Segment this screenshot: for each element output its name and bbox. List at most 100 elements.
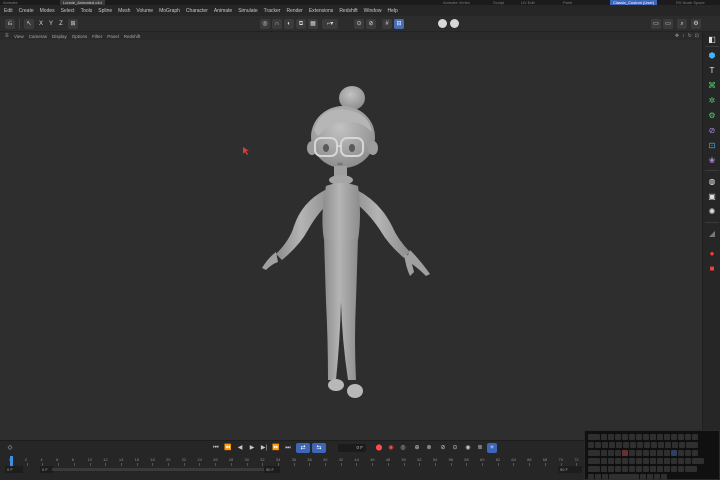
coordinate-system-icon[interactable]: ⊞ [68, 19, 78, 29]
environment-icon[interactable]: ◍ [706, 176, 718, 188]
menu-volume[interactable]: Volume [133, 8, 156, 14]
rotate-view-icon[interactable]: ↕ [682, 33, 685, 39]
play-icon[interactable]: ▶ [247, 443, 257, 453]
deformer-icon[interactable]: ⊘ [706, 125, 718, 137]
tick-label: 38 [307, 457, 312, 462]
playback-rate-icon[interactable]: ⇆ [312, 443, 326, 453]
main-toolbar: ⎌ ↖ X Y Z ⊞ ◎ ∩ ◐ ⧉ ▦ ⌐▾ ⊙ ⊘ # ⊟ ▭ ▭ ⌕ ⚙ [0, 16, 720, 32]
hamburger-menu-icon[interactable]: ≡ [2, 33, 12, 39]
menu-select[interactable]: Select [58, 8, 78, 14]
viewport-menu-panel[interactable]: Panel [105, 34, 122, 39]
brush-icon[interactable]: ◧ [706, 34, 718, 46]
search-icon[interactable]: ⌕ [677, 19, 687, 29]
menu-mograph[interactable]: MoGraph [156, 8, 183, 14]
pan-icon[interactable]: ✥ [675, 33, 679, 39]
subdivision-icon[interactable]: ⚙ [706, 110, 718, 122]
playhead[interactable] [10, 456, 13, 466]
keyframe-selection-icon[interactable]: ◎ [398, 443, 408, 453]
volume-icon[interactable]: ⊡ [706, 140, 718, 152]
keyframe-mode-icon[interactable]: ◇ [5, 443, 15, 453]
current-frame-field[interactable]: 0 F [338, 444, 366, 452]
viewport-menu-filter[interactable]: Filter [90, 34, 105, 39]
viewport-menu-view[interactable]: View [12, 34, 27, 39]
effector-icon[interactable]: ❀ [706, 155, 718, 167]
3d-viewport[interactable] [0, 40, 702, 440]
axis-y-lock[interactable]: Y [46, 19, 56, 29]
menu-render[interactable]: Render [283, 8, 305, 14]
prev-key-icon[interactable]: ⏪ [223, 443, 233, 453]
pla-key-icon[interactable]: ◉ [463, 443, 473, 453]
range-end-field[interactable]: 90 F [264, 466, 280, 473]
frame-ruler[interactable]: 0246810121416182022242628303234363840424… [0, 456, 594, 466]
dope-sheet-icon[interactable]: ✧ [487, 443, 497, 453]
symmetry-icon[interactable]: ⧉ [296, 19, 306, 29]
snap-icon[interactable]: ◎ [260, 19, 270, 29]
render-view-icon[interactable] [438, 19, 447, 28]
viewport-menu-redshift[interactable]: Redshift [121, 34, 143, 39]
workplane-icon[interactable]: ▦ [308, 19, 318, 29]
refresh-icon[interactable]: ↻ [688, 33, 692, 39]
cube-icon[interactable]: ⬢ [706, 50, 718, 62]
camera-icon[interactable]: ▣ [706, 191, 718, 203]
layout-icon[interactable]: ▭ [651, 19, 661, 29]
layout-icon-2[interactable]: ▭ [663, 19, 673, 29]
maximize-view-icon[interactable]: ⊡ [695, 33, 699, 39]
menu-tracker[interactable]: Tracker [261, 8, 284, 14]
grid-icon[interactable]: # [382, 19, 392, 29]
workplane-dropdown[interactable]: ⌐▾ [322, 19, 338, 29]
cloner-icon[interactable]: ✲ [706, 95, 718, 107]
menu-redshift[interactable]: Redshift [336, 8, 360, 14]
menu-simulate[interactable]: Simulate [235, 8, 260, 14]
timeline-start-field[interactable]: 0 F [5, 466, 23, 473]
viewport-solo-icon[interactable]: ⊟ [394, 19, 404, 29]
axis-z-lock[interactable]: Z [56, 19, 66, 29]
menu-modes[interactable]: Modes [37, 8, 58, 14]
record-key-icon[interactable]: ⬤ [374, 443, 384, 453]
menu-mesh[interactable]: Mesh [115, 8, 133, 14]
record-icon[interactable]: ● [706, 248, 718, 260]
select-tool-icon[interactable]: ↖ [24, 19, 34, 29]
parameter-key-icon[interactable]: ⊙ [450, 443, 460, 453]
viewport-menu-display[interactable]: Display [49, 34, 69, 39]
tick-label: 72 [574, 457, 579, 462]
menu-help[interactable]: Help [384, 8, 400, 14]
soft-selection-icon[interactable]: ◐ [284, 19, 294, 29]
rotation-key-icon[interactable]: ⊘ [438, 443, 448, 453]
menu-window[interactable]: Window [361, 8, 385, 14]
magnet-icon[interactable]: ∩ [272, 19, 282, 29]
viewport-menu-options[interactable]: Options [69, 34, 90, 39]
goto-end-icon[interactable]: ⏭ [283, 443, 293, 453]
prev-frame-icon[interactable]: ◀ [235, 443, 245, 453]
menu-extensions[interactable]: Extensions [306, 8, 336, 14]
viewport-menu-cameras[interactable]: Cameras [26, 34, 49, 39]
render-icon[interactable]: ■ [706, 263, 718, 275]
loop-mode-icon[interactable]: ⇄ [296, 443, 310, 453]
next-key-icon[interactable]: ⏩ [271, 443, 281, 453]
palette-separator [705, 222, 719, 223]
light-icon[interactable]: ✺ [706, 206, 718, 218]
position-key-icon[interactable]: ⊕ [412, 443, 422, 453]
menu-animate[interactable]: Animate [211, 8, 235, 14]
undo-icon[interactable]: ⎌ [5, 19, 15, 29]
text-icon[interactable]: T [706, 65, 718, 77]
next-frame-icon[interactable]: ▶| [259, 443, 269, 453]
menu-create[interactable]: Create [16, 8, 37, 14]
autokey-icon[interactable]: ◉ [386, 443, 396, 453]
settings-icon[interactable]: ⚙ [691, 19, 701, 29]
scale-key-icon[interactable]: ⊗ [424, 443, 434, 453]
timeline-end-field[interactable]: 90 F [558, 466, 582, 473]
menu-edit[interactable]: Edit [1, 8, 16, 14]
camera-lock-icon[interactable]: ⊘ [366, 19, 376, 29]
keyboard-row [588, 434, 698, 440]
range-track[interactable] [52, 468, 280, 471]
menu-tools[interactable]: Tools [78, 8, 96, 14]
menu-character[interactable]: Character [183, 8, 211, 14]
goto-start-icon[interactable]: ⏮ [211, 443, 221, 453]
menu-spline[interactable]: Spline [95, 8, 115, 14]
timeline-options-icon[interactable]: ≣ [475, 443, 485, 453]
axis-x-lock[interactable]: X [36, 19, 46, 29]
spline-pen-icon[interactable]: ⌘ [706, 80, 718, 92]
tag-icon[interactable]: ◢ [706, 228, 718, 240]
render-settings-icon[interactable] [450, 19, 459, 28]
lock-icon[interactable]: ⊙ [354, 19, 364, 29]
